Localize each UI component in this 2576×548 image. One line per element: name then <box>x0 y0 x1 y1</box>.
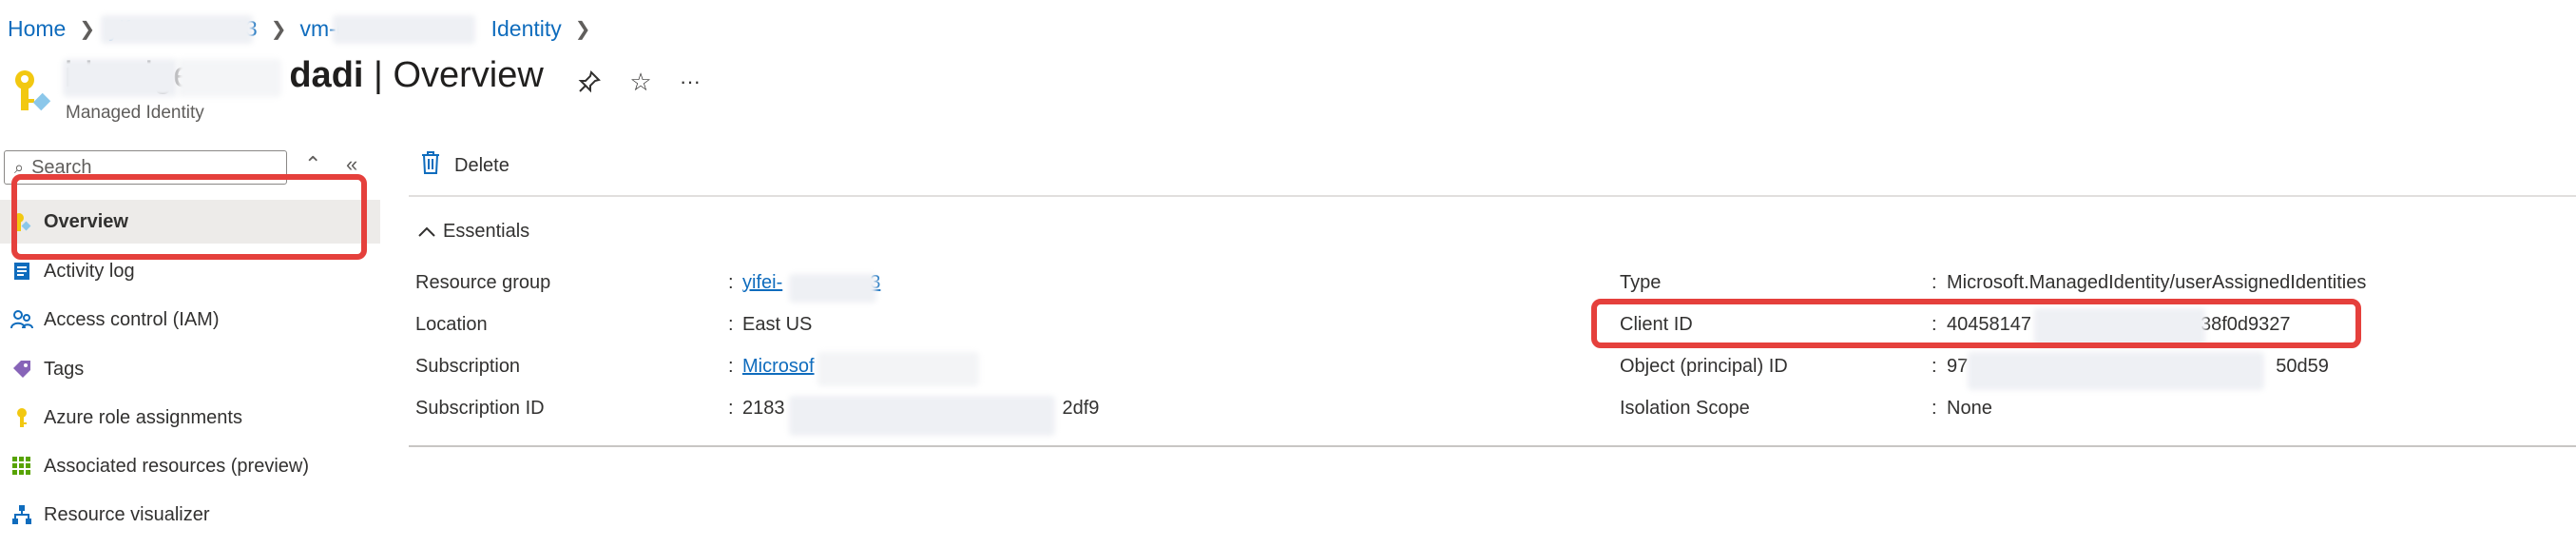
separator: : <box>1932 272 1937 293</box>
object-id-label: Object (principal) ID <box>1620 356 1788 377</box>
sidebar-item-access-control[interactable]: Access control (IAM) <box>0 298 380 342</box>
type-value: Microsoft.ManagedIdentity/userAssignedId… <box>1947 272 2367 293</box>
essentials-toggle[interactable]: Essentials <box>418 221 529 243</box>
essentials-divider <box>409 445 2576 447</box>
chevron-right-icon: ❯ <box>574 18 591 40</box>
more-options-icon[interactable]: ··· <box>675 67 705 97</box>
separator: : <box>1932 356 1937 377</box>
subscription-label: Subscription <box>415 356 521 377</box>
sidebar-item-tags[interactable]: Tags <box>0 347 380 391</box>
sidebar-item-label: Access control (IAM) <box>44 308 220 330</box>
breadcrumb: Home ❯ yif23 ❯ vm-eIdentity ❯ <box>8 10 605 48</box>
sidebar-item-label: Azure role assignments <box>44 406 242 428</box>
location-value: East US <box>742 314 813 335</box>
managed-identity-icon <box>8 67 51 114</box>
visualizer-icon <box>8 504 36 525</box>
sidebar-item-label: Activity log <box>44 260 135 282</box>
separator: : <box>1932 398 1937 419</box>
trash-icon <box>420 150 441 181</box>
location-label: Location <box>415 314 488 335</box>
chevron-right-icon: ❯ <box>79 18 96 40</box>
activity-log-icon <box>8 261 36 282</box>
sidebar-item-resource-visualizer[interactable]: Resource visualizer <box>0 493 380 537</box>
iam-icon <box>8 309 36 330</box>
chevron-up-icon <box>418 221 435 243</box>
grid-icon <box>8 456 36 477</box>
chevron-right-icon: ❯ <box>270 18 287 40</box>
breadcrumb-home[interactable]: Home <box>8 16 66 42</box>
isolation-scope-value: None <box>1947 398 1992 419</box>
star-icon[interactable]: ☆ <box>625 67 656 97</box>
separator: : <box>728 398 734 419</box>
type-label: Type <box>1620 272 1662 293</box>
key-icon <box>8 407 36 428</box>
toolbar-divider <box>409 195 2576 197</box>
tag-icon <box>8 359 36 380</box>
separator: : <box>728 356 734 377</box>
client-id-highlight-box <box>1591 299 2361 348</box>
overview-highlight-box <box>11 174 367 260</box>
delete-button[interactable]: Delete <box>420 150 509 181</box>
sidebar-item-azure-role-assignments[interactable]: Azure role assignments <box>0 396 380 440</box>
subscription-link[interactable]: Microsof <box>742 356 815 378</box>
sidebar-item-label: Resource visualizer <box>44 503 210 525</box>
sidebar-item-associated-resources[interactable]: Associated resources (preview) <box>0 444 380 488</box>
resource-group-label: Resource group <box>415 272 551 293</box>
isolation-scope-label: Isolation Scope <box>1620 398 1750 419</box>
separator: : <box>728 272 734 293</box>
pin-icon[interactable] <box>574 67 605 97</box>
page-subtitle: Managed Identity <box>66 103 204 123</box>
separator: : <box>728 314 734 335</box>
subscription-id-label: Subscription ID <box>415 398 545 419</box>
sidebar-item-label: Tags <box>44 358 85 380</box>
sidebar-item-label: Associated resources (preview) <box>44 455 309 477</box>
